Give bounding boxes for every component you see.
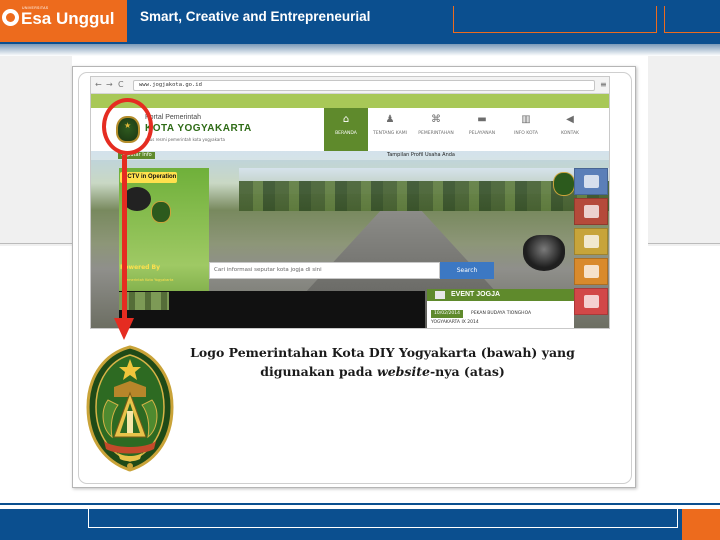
nav-label: BERANDA — [335, 131, 357, 136]
event-title-bar — [427, 289, 574, 301]
caption-line-1: Logo Pemerintahan Kota DIY Yogyakarta (b… — [190, 345, 575, 360]
cube-icon[interactable] — [574, 168, 608, 195]
site-nav: ⌂ BERANDA ♟ TENTANG KAMI ⌘ PEMERINTAHAN … — [324, 108, 609, 151]
event-date: 10/02/2014 — [431, 310, 463, 318]
car-icon: ▬ — [477, 114, 487, 125]
university-logo-icon — [2, 9, 19, 26]
browser-toolbar: ← → C www.jogjakota.go.id ≡ — [91, 77, 609, 94]
chart-icon: ▥ — [521, 114, 531, 125]
caption-line-2-em: website — [376, 364, 430, 379]
site-topbar — [91, 94, 609, 108]
site-title[interactable]: KOTA YOGYAKARTA — [145, 123, 252, 134]
right-side-panel — [648, 56, 720, 246]
info-strip — [91, 151, 609, 160]
slide-tagline: Smart, Creative and Entrepreneurial — [140, 9, 371, 24]
nav-info-kota[interactable]: ▥ INFO KOTA — [504, 108, 548, 151]
header-outline-box — [453, 6, 657, 33]
back-arrow-icon[interactable]: ← — [95, 80, 102, 90]
nav-label: INFO KOTA — [514, 131, 538, 136]
event-title: EVENT JOGJA — [451, 291, 501, 298]
event-box: EVENT JOGJA 10/02/2014 PEKAN BUDAYA TION… — [427, 289, 574, 328]
left-side-panel — [0, 56, 72, 246]
highlight-arrow-head — [114, 318, 134, 340]
calendar-icon — [435, 291, 445, 299]
hero-caption: Tampilan Profil Usaha Anda — [387, 152, 455, 158]
search-input[interactable]: Cari informasi seputar kota jogja di sin… — [209, 262, 440, 279]
browser-menu-icon[interactable]: ≡ — [600, 81, 608, 89]
highlight-circle — [102, 98, 153, 155]
highlight-arrow-shaft — [122, 155, 127, 320]
hero-banner: Seputar Info Tampilan Profil Usaha Anda … — [91, 151, 609, 328]
url-bar[interactable]: www.jogjakota.go.id — [133, 80, 595, 91]
right-emblem-icon — [553, 172, 575, 196]
search-button[interactable]: Search — [440, 262, 494, 279]
nav-label: PELAYANAN — [468, 131, 496, 136]
logo-name: Esa Unggul — [21, 9, 115, 28]
home-icon: ⌂ — [342, 114, 350, 125]
university-logo: UNIVERSITAS Esa Unggul — [0, 0, 127, 42]
site-subtitle: situs resmi pemerintah kota yogyakarta — [145, 137, 225, 142]
cctv-camera-icon — [123, 187, 151, 211]
yogyakarta-emblem-icon — [86, 345, 174, 472]
megaphone-icon: ◀ — [566, 114, 574, 125]
nav-label: KONTAK — [560, 131, 580, 136]
caption-line-2-pre: digunakan pada — [260, 364, 377, 379]
book-icon[interactable] — [574, 198, 608, 225]
site-title-small: Portal Pemerintah — [145, 114, 202, 121]
nav-tentang-kami[interactable]: ♟ TENTANG KAMI — [368, 108, 412, 151]
folder-icon[interactable] — [574, 228, 608, 255]
small-emblem-icon — [151, 201, 171, 223]
footer-line — [0, 503, 720, 505]
browser-screenshot: ← → C www.jogjakota.go.id ≡ Portal Pemer… — [90, 76, 610, 329]
event-item-link[interactable]: PEKAN BUDAYA TIONGHOA — [471, 310, 531, 318]
nav-kontak[interactable]: ◀ KONTAK — [548, 108, 592, 151]
nav-label: PEMERINTAHAN — [418, 131, 454, 136]
nav-pelayanan[interactable]: ▬ PELAYANAN — [460, 108, 504, 151]
slide-caption: Logo Pemerintahan Kota DIY Yogyakarta (b… — [190, 343, 575, 381]
reload-icon[interactable]: C — [118, 80, 124, 90]
footer-outline-box — [88, 509, 678, 528]
powered-by-sub: Pemerintah Kota Yogyakarta — [124, 278, 174, 282]
forward-arrow-icon[interactable]: → — [106, 80, 113, 90]
side-icon-bar — [574, 168, 608, 328]
mail-icon[interactable] — [574, 288, 608, 315]
cctv-operation-badge: CCTV in Operation — [120, 172, 177, 183]
header-outline-box-right — [664, 6, 720, 33]
building-icon: ⌘ — [431, 114, 441, 125]
document-icon[interactable] — [574, 258, 608, 285]
footer-orange-block — [682, 509, 720, 540]
header-gradient-band — [0, 44, 720, 56]
site-header: Portal Pemerintah KOTA YOGYAKARTA situs … — [91, 94, 609, 151]
right-divider — [648, 243, 720, 244]
left-divider — [0, 243, 72, 244]
nav-pemerintahan[interactable]: ⌘ PEMERINTAHAN — [412, 108, 460, 151]
event-item-sub[interactable]: YOGYAKARTA IX 2014 — [431, 320, 479, 325]
caption-line-2-post: -nya (atas) — [429, 364, 505, 379]
nav-label: TENTANG KAMI — [373, 131, 407, 136]
nav-beranda[interactable]: ⌂ BERANDA — [324, 108, 368, 151]
person-icon: ♟ — [385, 114, 395, 125]
caption-line-2: digunakan pada website-nya (atas) — [190, 362, 575, 381]
security-camera-icon — [523, 235, 565, 271]
